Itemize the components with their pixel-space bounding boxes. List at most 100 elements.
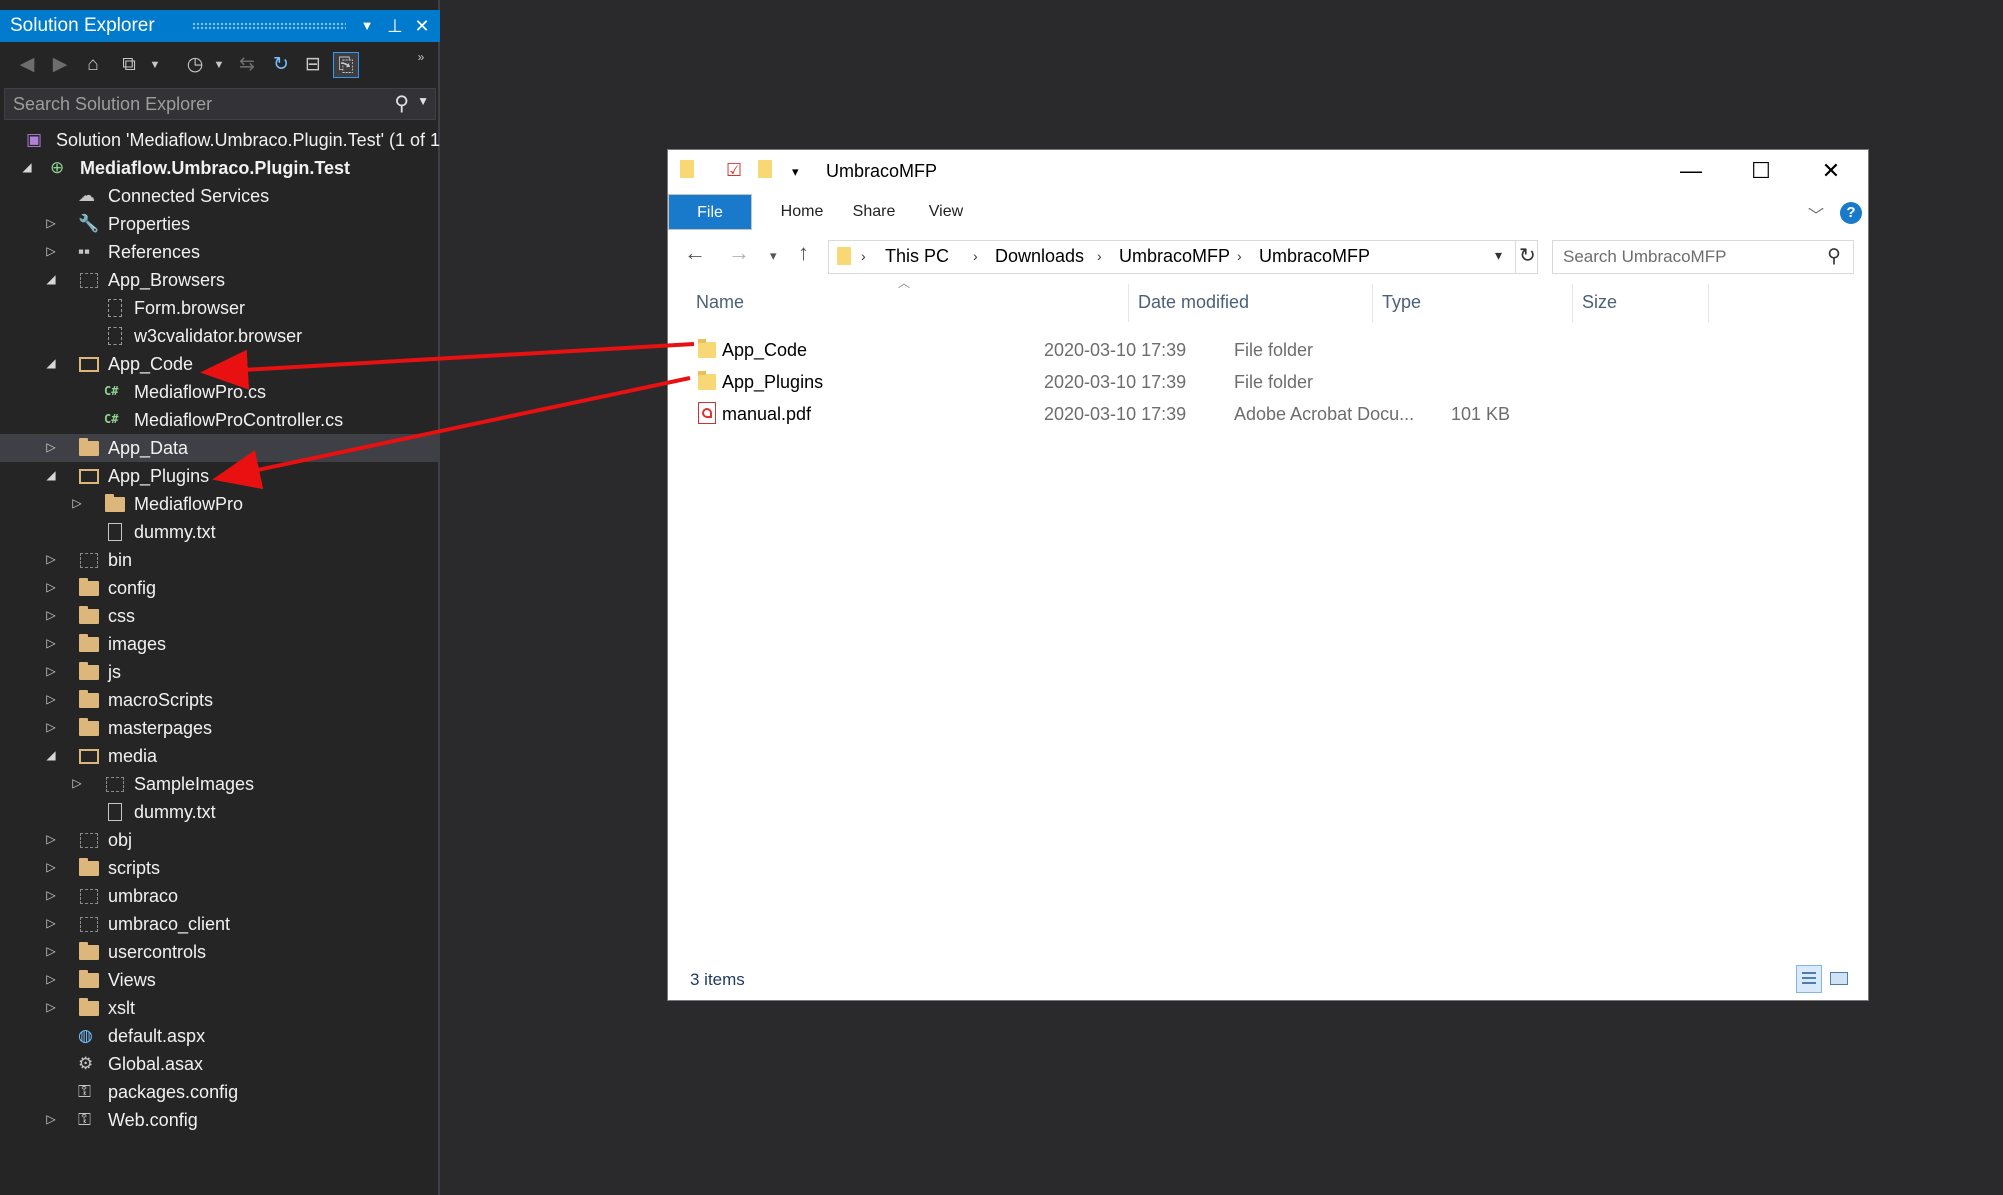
tab-share[interactable]: Share — [844, 194, 904, 230]
breadcrumb-separator-icon[interactable]: › — [1097, 248, 1102, 264]
tree-item[interactable]: ◍ default.aspx — [0, 1022, 438, 1050]
breadcrumb-separator-icon[interactable]: › — [861, 248, 866, 264]
tree-item[interactable]: dummy.txt — [0, 798, 438, 826]
tree-item[interactable]: ◢ App_Plugins — [0, 462, 438, 490]
expanded-arrow-icon[interactable]: ◢ — [44, 272, 58, 286]
expanded-arrow-icon[interactable]: ◢ — [44, 356, 58, 370]
tab-view[interactable]: View — [916, 194, 976, 230]
tree-item[interactable]: ◢ ⊕ Mediaflow.Umbraco.Plugin.Test — [0, 154, 438, 182]
close-icon[interactable]: ✕ — [410, 10, 434, 42]
collapsed-arrow-icon[interactable]: ▷ — [44, 552, 58, 566]
tree-item[interactable]: ▷ config — [0, 574, 438, 602]
tree-item[interactable]: ▷ usercontrols — [0, 938, 438, 966]
tree-item[interactable]: dummy.txt — [0, 518, 438, 546]
forward-arrow-icon[interactable]: → — [728, 240, 750, 266]
collapsed-arrow-icon[interactable]: ▷ — [44, 720, 58, 734]
tree-item[interactable]: C# MediaflowProController.cs — [0, 406, 438, 434]
collapsed-arrow-icon[interactable]: ▷ — [44, 692, 58, 706]
new-folder-icon[interactable] — [758, 160, 772, 183]
window-position-dropdown-icon[interactable]: ▼ — [355, 10, 379, 42]
back-arrow-icon[interactable]: ← — [684, 240, 706, 266]
collapsed-arrow-icon[interactable]: ▷ — [70, 496, 84, 510]
show-all-files-icon[interactable]: ⎘ — [333, 52, 359, 78]
column-divider[interactable] — [1572, 284, 1573, 322]
tree-item[interactable]: ◢ media — [0, 742, 438, 770]
details-view-icon[interactable] — [1796, 965, 1822, 993]
tree-item[interactable]: ▷ 🔧 Properties — [0, 210, 438, 238]
tree-item[interactable]: ▷ SampleImages — [0, 770, 438, 798]
breadcrumb-downloads[interactable]: Downloads — [995, 246, 1084, 267]
tree-item[interactable]: ▷ App_Data — [0, 434, 438, 462]
tree-item[interactable]: ▷ masterpages — [0, 714, 438, 742]
address-dropdown-icon[interactable]: ▾ — [1495, 247, 1502, 264]
column-header-type[interactable]: Type — [1382, 292, 1421, 313]
collapsed-arrow-icon[interactable]: ▷ — [70, 776, 84, 790]
column-divider[interactable] — [1128, 284, 1129, 322]
maximize-icon[interactable]: ☐ — [1726, 150, 1796, 192]
tree-item[interactable]: ▷ ▪▪ References — [0, 238, 438, 266]
breadcrumb-this-pc[interactable]: This PC — [885, 246, 949, 267]
collapsed-arrow-icon[interactable]: ▷ — [44, 972, 58, 986]
file-row[interactable]: manual.pdf 2020-03-10 17:39 Adobe Acrobat … — [688, 400, 1858, 430]
expanded-arrow-icon[interactable]: ◢ — [44, 748, 58, 762]
close-icon[interactable]: ✕ — [1796, 150, 1866, 192]
refresh-icon[interactable]: ↻ — [268, 52, 294, 78]
breadcrumb-separator-icon[interactable]: › — [1237, 248, 1242, 264]
tab-file[interactable]: File — [668, 194, 752, 230]
tree-item[interactable]: ◢ App_Code — [0, 350, 438, 378]
collapsed-arrow-icon[interactable]: ▷ — [44, 580, 58, 594]
home-icon[interactable]: ⌂ — [80, 52, 106, 78]
help-icon[interactable]: ? — [1840, 202, 1862, 224]
search-icon[interactable]: ⚲ — [1827, 245, 1841, 268]
expanded-arrow-icon[interactable]: ◢ — [20, 160, 34, 174]
search-options-dropdown-icon[interactable]: ▼ — [417, 94, 429, 108]
column-divider[interactable] — [1708, 284, 1709, 322]
address-bar[interactable]: › This PC › Downloads › UmbracoMFP › Umb… — [828, 240, 1538, 274]
tree-item[interactable]: ▷ images — [0, 630, 438, 658]
tree-item[interactable]: ▷ obj — [0, 826, 438, 854]
large-icons-view-icon[interactable] — [1826, 965, 1852, 993]
breadcrumb-umbracomfp-current[interactable]: UmbracoMFP — [1259, 246, 1370, 267]
up-arrow-icon[interactable]: ↑ — [798, 240, 809, 266]
pending-changes-filter-icon[interactable]: ◷ — [182, 52, 208, 78]
back-icon[interactable]: ◀ — [14, 52, 40, 78]
collapsed-arrow-icon[interactable]: ▷ — [44, 916, 58, 930]
properties-checkmark-icon[interactable]: ☑ — [726, 160, 742, 181]
switch-views-dropdown-icon[interactable]: ▼ — [142, 52, 168, 78]
collapsed-arrow-icon[interactable]: ▷ — [44, 832, 58, 846]
refresh-icon[interactable]: ↻ — [1519, 243, 1536, 268]
tree-item[interactable]: ⚙ Global.asax — [0, 1050, 438, 1078]
breadcrumb-umbracomfp[interactable]: UmbracoMFP — [1119, 246, 1230, 267]
collapsed-arrow-icon[interactable]: ▷ — [44, 860, 58, 874]
collapsed-arrow-icon[interactable]: ▷ — [44, 216, 58, 230]
collapsed-arrow-icon[interactable]: ▷ — [44, 944, 58, 958]
collapse-all-icon[interactable]: ⊟ — [300, 52, 326, 78]
breadcrumb-separator-icon[interactable]: › — [973, 248, 978, 264]
search-icon[interactable]: ⚲ — [394, 91, 409, 116]
title-drag-grip[interactable] — [192, 22, 346, 30]
collapsed-arrow-icon[interactable]: ▷ — [44, 608, 58, 622]
pin-icon[interactable]: ⊥ — [383, 10, 407, 42]
switch-views-icon[interactable]: ⧉ — [116, 52, 142, 78]
collapsed-arrow-icon[interactable]: ▷ — [44, 244, 58, 258]
recent-locations-icon[interactable]: ▾ — [770, 248, 777, 264]
expanded-arrow-icon[interactable]: ◢ — [44, 468, 58, 482]
column-divider[interactable] — [1372, 284, 1373, 322]
tree-item[interactable]: ▷ umbraco — [0, 882, 438, 910]
toolbar-overflow-icon[interactable]: » — [408, 44, 434, 70]
explorer-search-input[interactable]: Search UmbracoMFP ⚲ — [1552, 240, 1854, 274]
minimize-icon[interactable]: — — [1656, 150, 1726, 192]
customize-quick-access-icon[interactable]: ▾ — [792, 164, 799, 180]
column-header-size[interactable]: Size — [1582, 292, 1617, 313]
tree-item[interactable]: w3cvalidator.browser — [0, 322, 438, 350]
sync-with-active-document-icon[interactable]: ⇆ — [234, 52, 260, 78]
tree-item[interactable]: ▷ bin — [0, 546, 438, 574]
tree-item[interactable]: C# MediaflowPro.cs — [0, 378, 438, 406]
tree-item[interactable]: ▷ xslt — [0, 994, 438, 1022]
tree-item[interactable]: ⚿ packages.config — [0, 1078, 438, 1106]
tree-item[interactable]: ▷ MediaflowPro — [0, 490, 438, 518]
tree-item[interactable]: ▷ umbraco_client — [0, 910, 438, 938]
tree-item[interactable]: ▷ scripts — [0, 854, 438, 882]
solution-explorer-search-input[interactable]: Search Solution Explorer ⚲ ▼ — [4, 88, 436, 120]
collapsed-arrow-icon[interactable]: ▷ — [44, 440, 58, 454]
